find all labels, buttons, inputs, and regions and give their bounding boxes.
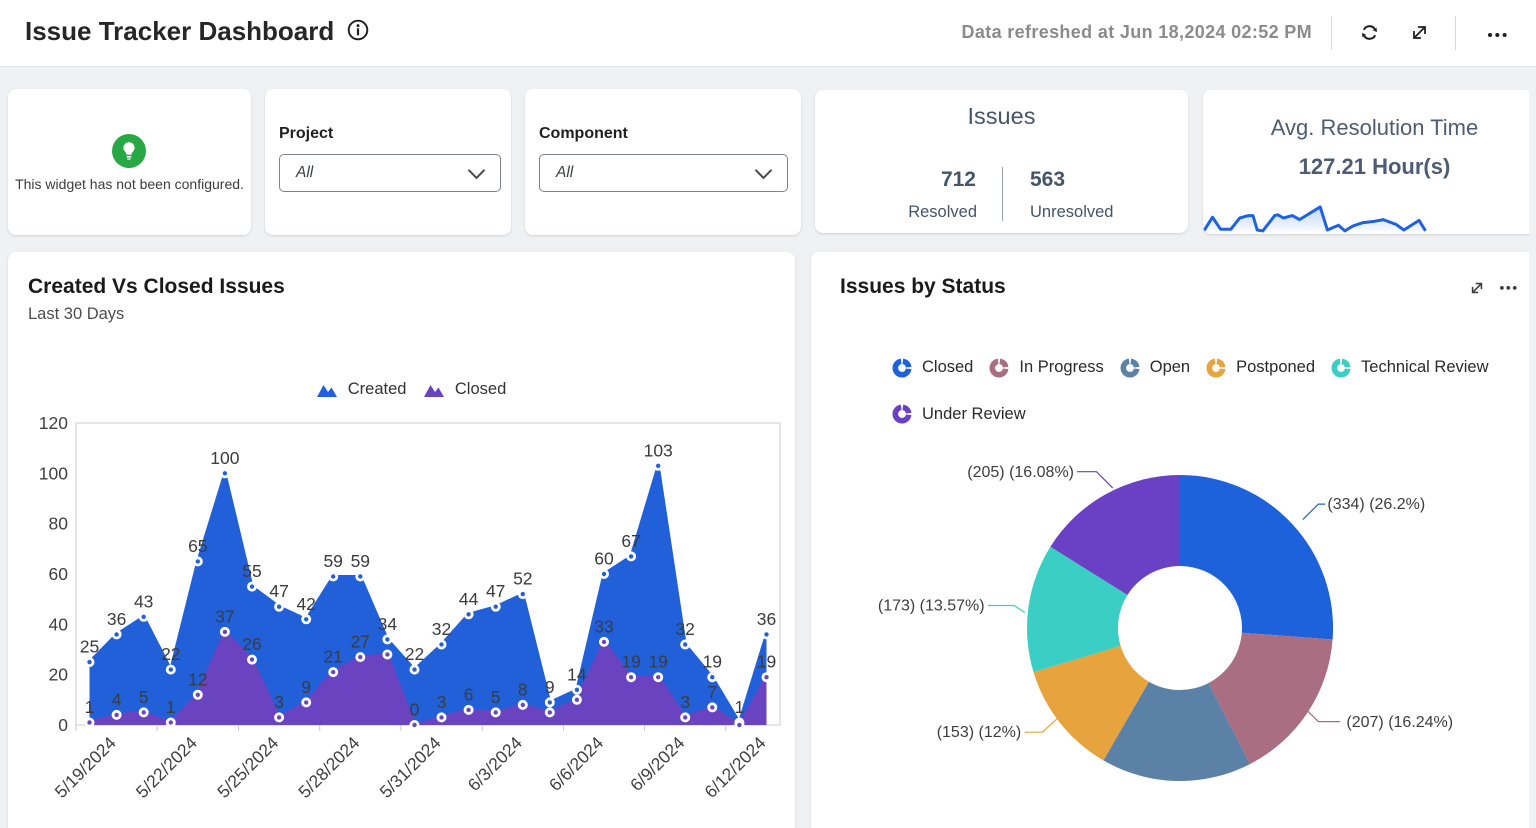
svg-text:5/31/2024: 5/31/2024 — [376, 733, 445, 802]
svg-text:1: 1 — [85, 697, 95, 717]
svg-text:8: 8 — [518, 679, 528, 699]
svg-text:42: 42 — [296, 594, 315, 614]
svg-text:7: 7 — [707, 682, 717, 702]
svg-text:(207) (16.24%): (207) (16.24%) — [1346, 714, 1453, 731]
svg-text:5: 5 — [491, 687, 501, 707]
svg-text:9: 9 — [301, 677, 311, 697]
svg-text:5/28/2024: 5/28/2024 — [294, 733, 363, 802]
svg-text:34: 34 — [378, 614, 398, 634]
svg-text:(205) (16.08%): (205) (16.08%) — [967, 464, 1074, 481]
svg-text:80: 80 — [49, 514, 69, 534]
svg-text:6/12/2024: 6/12/2024 — [700, 733, 769, 802]
svg-text:6/6/2024: 6/6/2024 — [545, 733, 607, 795]
svg-text:(153) (12%): (153) (12%) — [937, 724, 1021, 741]
svg-text:19: 19 — [703, 652, 722, 672]
svg-text:59: 59 — [323, 551, 342, 571]
svg-text:120: 120 — [39, 413, 68, 433]
svg-text:5/25/2024: 5/25/2024 — [213, 733, 282, 802]
svg-text:12: 12 — [188, 669, 207, 689]
svg-text:27: 27 — [351, 632, 370, 652]
svg-text:1: 1 — [166, 697, 176, 717]
svg-text:19: 19 — [621, 652, 640, 672]
svg-text:(334) (26.2%): (334) (26.2%) — [1327, 496, 1425, 513]
svg-text:36: 36 — [757, 609, 776, 629]
svg-text:3: 3 — [274, 692, 284, 712]
svg-text:0: 0 — [58, 715, 68, 735]
svg-text:37: 37 — [215, 606, 234, 626]
svg-text:6/3/2024: 6/3/2024 — [464, 733, 526, 795]
svg-text:(173) (13.57%): (173) (13.57%) — [878, 598, 985, 615]
svg-text:32: 32 — [432, 619, 451, 639]
svg-text:47: 47 — [269, 581, 288, 601]
svg-text:55: 55 — [242, 561, 261, 581]
svg-text:21: 21 — [323, 647, 342, 667]
svg-text:26: 26 — [242, 634, 261, 654]
svg-text:67: 67 — [621, 531, 640, 551]
svg-text:59: 59 — [351, 551, 370, 571]
svg-text:100: 100 — [210, 448, 239, 468]
svg-text:60: 60 — [49, 564, 69, 584]
svg-text:19: 19 — [757, 652, 776, 672]
svg-text:40: 40 — [49, 614, 69, 634]
svg-text:43: 43 — [134, 591, 153, 611]
svg-text:3: 3 — [437, 692, 447, 712]
svg-text:22: 22 — [405, 644, 424, 664]
svg-text:20: 20 — [49, 665, 69, 685]
svg-text:60: 60 — [594, 549, 614, 569]
svg-text:5/22/2024: 5/22/2024 — [132, 733, 201, 802]
svg-text:4: 4 — [112, 689, 122, 709]
svg-text:1: 1 — [735, 697, 745, 717]
svg-text:33: 33 — [594, 616, 613, 636]
svg-text:19: 19 — [648, 652, 667, 672]
svg-text:22: 22 — [161, 644, 180, 664]
svg-text:5: 5 — [139, 687, 149, 707]
svg-text:9: 9 — [545, 677, 555, 697]
svg-text:6/9/2024: 6/9/2024 — [626, 733, 688, 795]
svg-text:5/19/2024: 5/19/2024 — [51, 733, 120, 802]
svg-text:32: 32 — [675, 619, 694, 639]
svg-text:3: 3 — [680, 692, 690, 712]
svg-text:100: 100 — [39, 463, 68, 483]
svg-text:6: 6 — [464, 684, 474, 704]
svg-text:14: 14 — [567, 664, 587, 684]
svg-text:52: 52 — [513, 569, 532, 589]
svg-text:44: 44 — [459, 589, 479, 609]
svg-text:36: 36 — [107, 609, 126, 629]
svg-text:65: 65 — [188, 536, 207, 556]
svg-text:25: 25 — [80, 637, 99, 657]
svg-text:103: 103 — [644, 440, 673, 460]
svg-text:0: 0 — [410, 700, 420, 720]
svg-text:47: 47 — [486, 581, 505, 601]
